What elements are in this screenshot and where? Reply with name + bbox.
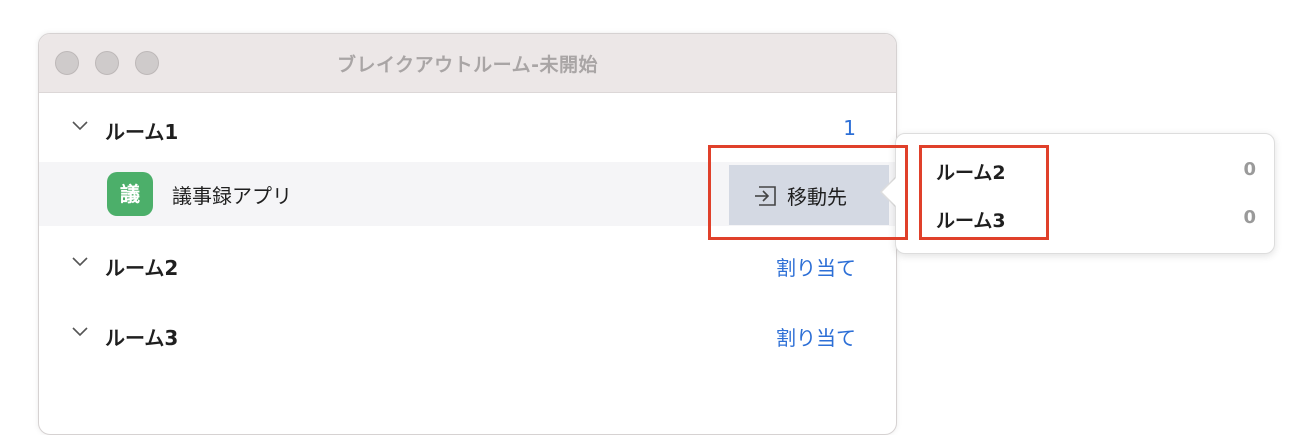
menu-room-count: 0 [1243,207,1256,228]
chevron-down-icon[interactable] [71,253,89,271]
window-title: ブレイクアウトルーム-未開始 [337,54,598,76]
highlight-box-room-list [919,145,1049,240]
assign-link[interactable]: 割り当て [776,252,856,281]
chevron-down-icon[interactable] [71,117,89,135]
chevron-down-icon[interactable] [71,323,89,341]
room-participant-count: 1 [843,116,856,140]
menu-room-count: 0 [1243,159,1256,180]
room-name: ルーム1 [105,120,179,144]
participant-name: 議事録アプリ [172,184,292,208]
room-name: ルーム2 [105,256,179,280]
room-row-2[interactable]: ルーム2 割り当て [39,240,896,290]
assign-link[interactable]: 割り当て [776,322,856,351]
room-row-3[interactable]: ルーム3 割り当て [39,310,896,360]
room-name: ルーム3 [105,326,179,350]
avatar: 議 [107,172,153,216]
highlight-box-move-button [708,145,908,240]
title-bar: ブレイクアウトルーム-未開始 [39,34,896,93]
